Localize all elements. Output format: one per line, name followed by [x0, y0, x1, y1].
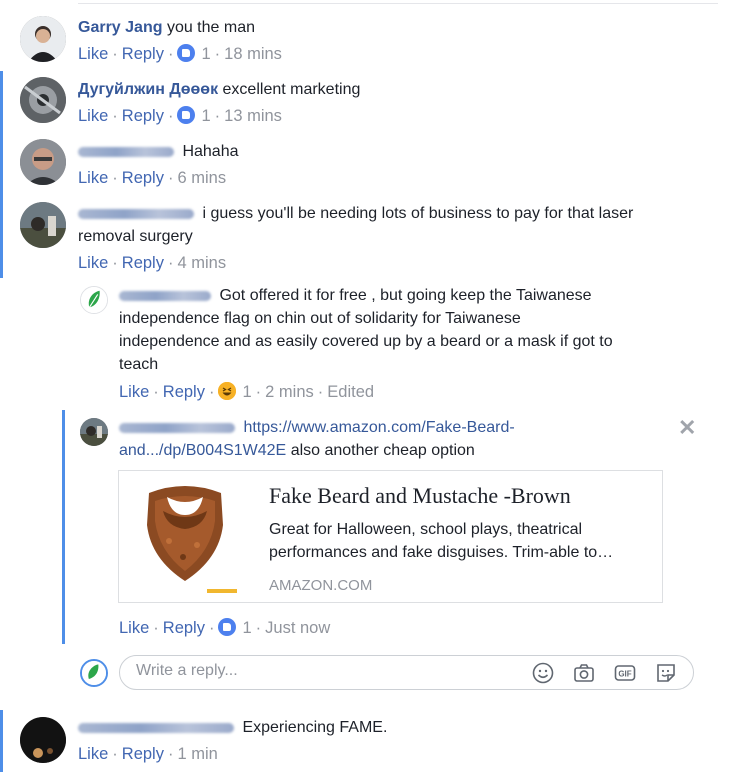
close-icon[interactable]: ✕ — [678, 415, 696, 441]
comment-body: Hahaha — [78, 140, 239, 163]
like-link[interactable]: Like — [119, 383, 149, 401]
reply-body: Got offered it for free , but going keep… — [119, 284, 613, 376]
reply-input[interactable] — [136, 662, 516, 680]
amazon-link[interactable]: https://www.amazon.com/Fake-Beard- — [243, 419, 514, 436]
avatar[interactable] — [20, 16, 66, 62]
reply-composer[interactable]: GIF — [119, 655, 694, 690]
reaction-count[interactable]: 1 — [201, 107, 210, 125]
thread-indicator — [0, 710, 3, 772]
avatar[interactable] — [80, 418, 108, 446]
avatar[interactable] — [20, 717, 66, 763]
timestamp[interactable]: 2 mins — [265, 383, 314, 401]
comment-text-line: removal surgery — [78, 228, 193, 245]
timestamp[interactable]: 6 mins — [177, 169, 226, 187]
reply-text-line: independence and as easily covered up by… — [119, 333, 613, 350]
like-reaction-icon[interactable] — [177, 44, 196, 62]
leaf-avatar[interactable] — [80, 286, 108, 314]
commenter-name[interactable]: Дугуйлжин Дөөөк — [78, 81, 218, 98]
current-user-avatar[interactable] — [80, 659, 108, 687]
timestamp[interactable]: Just now — [265, 619, 330, 637]
timestamp[interactable]: 18 mins — [224, 45, 282, 63]
link-description-line: Great for Halloween, school plays, theat… — [269, 521, 583, 538]
emoji-icon[interactable] — [531, 661, 555, 685]
timestamp[interactable]: 1 min — [177, 745, 217, 763]
thread-indicator — [0, 71, 3, 278]
comment-body: Garry Jang you the man — [78, 16, 255, 39]
like-link[interactable]: Like — [119, 619, 149, 637]
comment-body: Experiencing FAME. — [78, 716, 387, 739]
reaction-count[interactable]: 1 — [242, 383, 251, 401]
reply-text: also another cheap option — [290, 442, 475, 459]
comment-text: excellent marketing — [222, 81, 361, 98]
like-reaction-icon[interactable] — [177, 106, 196, 124]
haha-reaction-icon[interactable] — [218, 382, 237, 400]
reply-actions: Like · Reply · 1 · 2 mins · Edited — [119, 382, 375, 401]
comment-body: i guess you'll be needing lots of busine… — [78, 202, 633, 248]
reply-text-line: Got offered it for free , but going keep… — [219, 287, 592, 304]
reaction-count[interactable]: 1 — [242, 619, 251, 637]
reply-link[interactable]: Reply — [163, 383, 205, 401]
comment-body: Дугуйлжин Дөөөк excellent marketing — [78, 78, 360, 101]
comment-text: you the man — [166, 19, 255, 36]
amazon-link[interactable]: and.../dp/B004S1W42E — [119, 442, 286, 459]
like-link[interactable]: Like — [78, 45, 108, 63]
reply-link[interactable]: Reply — [122, 254, 164, 272]
like-link[interactable]: Like — [78, 169, 108, 187]
reply-text-line: independence flag on chin out of solidar… — [119, 310, 521, 327]
comment-text-line: i guess you'll be needing lots of busine… — [202, 205, 634, 222]
comment-actions: Like · Reply · 1 min — [78, 745, 218, 763]
commenter-name-redacted[interactable] — [119, 422, 235, 433]
commenter-name-redacted[interactable] — [119, 290, 211, 301]
reply-link[interactable]: Reply — [122, 745, 164, 763]
avatar[interactable] — [20, 202, 66, 248]
reply-actions: Like · Reply · 1 · Just now — [119, 618, 331, 637]
link-title[interactable]: Fake Beard and Mustache -Brown — [269, 483, 571, 509]
timestamp[interactable]: 4 mins — [177, 254, 226, 272]
gif-icon[interactable]: GIF — [613, 661, 637, 685]
link-description-line: performances and fake disguises. Trim-ab… — [269, 544, 614, 561]
divider — [78, 3, 718, 4]
avatar[interactable] — [20, 77, 66, 123]
avatar[interactable] — [20, 139, 66, 185]
comment-actions: Like · Reply · 4 mins — [78, 254, 227, 272]
like-link[interactable]: Like — [78, 254, 108, 272]
like-reaction-icon[interactable] — [218, 618, 237, 636]
comment-actions: Like · Reply · 1 · 13 mins — [78, 106, 282, 125]
camera-icon[interactable] — [572, 661, 596, 685]
link-preview-card[interactable]: Fake Beard and Mustache -Brown Great for… — [118, 470, 663, 603]
like-link[interactable]: Like — [78, 107, 108, 125]
edited-label[interactable]: Edited — [327, 383, 374, 401]
comment-text: Experiencing FAME. — [242, 719, 388, 736]
commenter-name[interactable]: Garry Jang — [78, 19, 162, 36]
reply-link[interactable]: Reply — [122, 45, 164, 63]
like-link[interactable]: Like — [78, 745, 108, 763]
commenter-name-redacted[interactable] — [78, 722, 234, 733]
reaction-count[interactable]: 1 — [201, 45, 210, 63]
reply-body: https://www.amazon.com/Fake-Beard- and..… — [119, 416, 515, 462]
reply-link[interactable]: Reply — [122, 107, 164, 125]
comment-text: Hahaha — [182, 143, 239, 160]
link-description: Great for Halloween, school plays, theat… — [269, 518, 654, 564]
commenter-name-redacted[interactable] — [78, 208, 194, 219]
comment-actions: Like · Reply · 6 mins — [78, 169, 227, 187]
reply-link[interactable]: Reply — [122, 169, 164, 187]
beard-thumbnail[interactable] — [119, 471, 252, 602]
timestamp[interactable]: 13 mins — [224, 107, 282, 125]
reply-thread-indicator — [62, 410, 65, 644]
reply-link[interactable]: Reply — [163, 619, 205, 637]
link-source: AMAZON.COM — [269, 577, 373, 594]
sticker-icon[interactable] — [654, 661, 678, 685]
reply-text-line: teach — [119, 356, 159, 373]
commenter-name-redacted[interactable] — [78, 146, 174, 157]
comment-actions: Like · Reply · 1 · 18 mins — [78, 44, 282, 63]
svg-text:GIF: GIF — [618, 670, 631, 679]
